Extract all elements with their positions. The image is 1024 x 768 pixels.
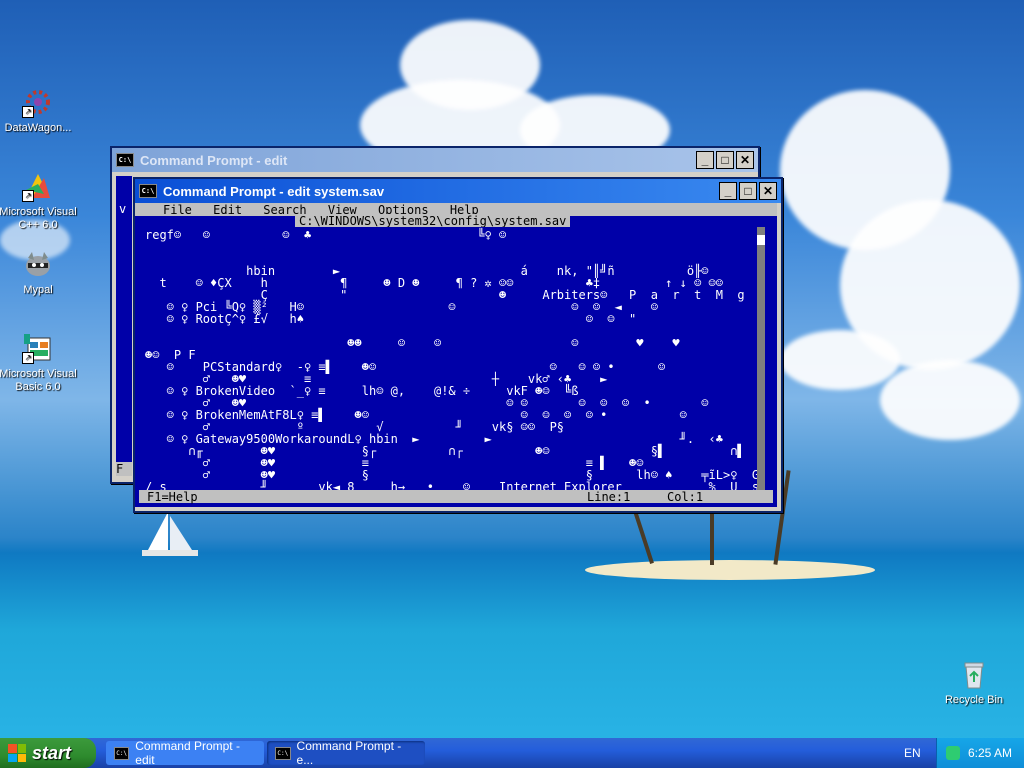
console-area: v F	[116, 176, 132, 476]
desktop-icon-datawagon[interactable]: ↗ DataWagon...	[0, 86, 78, 135]
taskbar-item-command-prompt-1[interactable]: C:\ Command Prompt - edit	[106, 739, 264, 767]
window-titlebar[interactable]: C:\ Command Prompt - edit system.sav _ □…	[135, 179, 781, 203]
console-fragment: v	[119, 202, 127, 216]
command-prompt-window-front[interactable]: C:\ Command Prompt - edit system.sav _ □…	[133, 177, 783, 513]
minimize-button[interactable]: _	[696, 151, 714, 169]
close-button[interactable]: ✕	[736, 151, 754, 169]
system-tray: 6:25 AM	[936, 738, 1024, 768]
desktop-icon-mypal[interactable]: Mypal	[0, 248, 78, 297]
desktop-icon-visual-cpp[interactable]: ↗ Microsoft Visual C++ 6.0	[0, 170, 78, 232]
window-titlebar[interactable]: C:\ Command Prompt - edit _ □ ✕	[112, 148, 758, 172]
tray-icon[interactable]	[945, 746, 960, 760]
taskbar-item-command-prompt-2[interactable]: C:\ Command Prompt - e...	[267, 739, 425, 767]
file-path-title: C:\WINDOWS\system32\config\system.sav	[295, 214, 571, 228]
task-label: Command Prompt - e...	[296, 739, 402, 767]
status-line: Line:1	[587, 490, 631, 504]
editor-text-area[interactable]: regf☺ ☺ ☺ ♣ ╚♀ ☺ hbin ► á nk, "║╝ñ ö╟☺ ☻…	[139, 227, 765, 491]
minimize-button[interactable]: _	[719, 182, 737, 200]
maximize-button[interactable]: □	[739, 182, 757, 200]
maximize-button[interactable]: □	[716, 151, 734, 169]
cloud	[780, 330, 900, 390]
dos-edit-screen: File Edit Search View Options Help C:\WI…	[135, 203, 777, 507]
visual-cpp-icon: ↗	[22, 170, 54, 202]
console-fragment: F	[116, 462, 132, 476]
visual-basic-icon: ↗	[22, 332, 54, 364]
datawagon-icon: ↗	[22, 86, 54, 118]
desktop-icon-label: Microsoft Visual C++ 6.0	[0, 206, 77, 231]
cmd-icon: C:\	[114, 746, 130, 760]
task-label: Command Prompt - edit	[135, 739, 240, 767]
cmd-icon: C:\	[275, 746, 291, 760]
scroll-thumb[interactable]	[757, 235, 765, 245]
cmd-icon: C:\	[116, 153, 134, 167]
start-button[interactable]: start	[0, 738, 96, 768]
desktop-icon-label: Recycle Bin	[944, 694, 1004, 706]
desktop-icon-label: Microsoft Visual Basic 6.0	[0, 368, 77, 393]
desktop-icon-recycle-bin[interactable]: Recycle Bin	[934, 658, 1014, 707]
desktop-icon-label: DataWagon...	[4, 122, 72, 134]
file-content[interactable]: regf☺ ☺ ☺ ♣ ╚♀ ☺ hbin ► á nk, "║╝ñ ö╟☺ ☻…	[139, 227, 765, 491]
clock[interactable]: 6:25 AM	[968, 746, 1012, 760]
close-button[interactable]: ✕	[759, 182, 777, 200]
status-help: F1=Help	[147, 490, 198, 504]
cloud	[880, 360, 1020, 440]
cmd-icon: C:\	[139, 184, 157, 198]
status-col: Col:1	[667, 490, 704, 504]
language-indicator[interactable]: EN	[904, 746, 921, 760]
start-label: start	[32, 742, 72, 763]
sailboat	[142, 512, 198, 556]
menu-file[interactable]: File	[163, 203, 192, 217]
desktop-icon-label: Mypal	[23, 284, 53, 296]
menu-edit[interactable]: Edit	[213, 203, 242, 217]
windows-flag-icon	[8, 744, 26, 762]
island	[585, 560, 875, 580]
vertical-scrollbar[interactable]	[757, 227, 765, 491]
recycle-bin-icon	[958, 658, 990, 690]
taskbar: start C:\ Command Prompt - edit C:\ Comm…	[0, 738, 1024, 768]
raccoon-icon	[22, 248, 54, 280]
desktop-icon-visual-basic[interactable]: ↗ Microsoft Visual Basic 6.0	[0, 332, 78, 394]
edit-statusbar: F1=Help Line:1 Col:1	[139, 490, 773, 504]
window-title: Command Prompt - edit	[140, 152, 288, 168]
window-title: Command Prompt - edit system.sav	[163, 183, 385, 199]
